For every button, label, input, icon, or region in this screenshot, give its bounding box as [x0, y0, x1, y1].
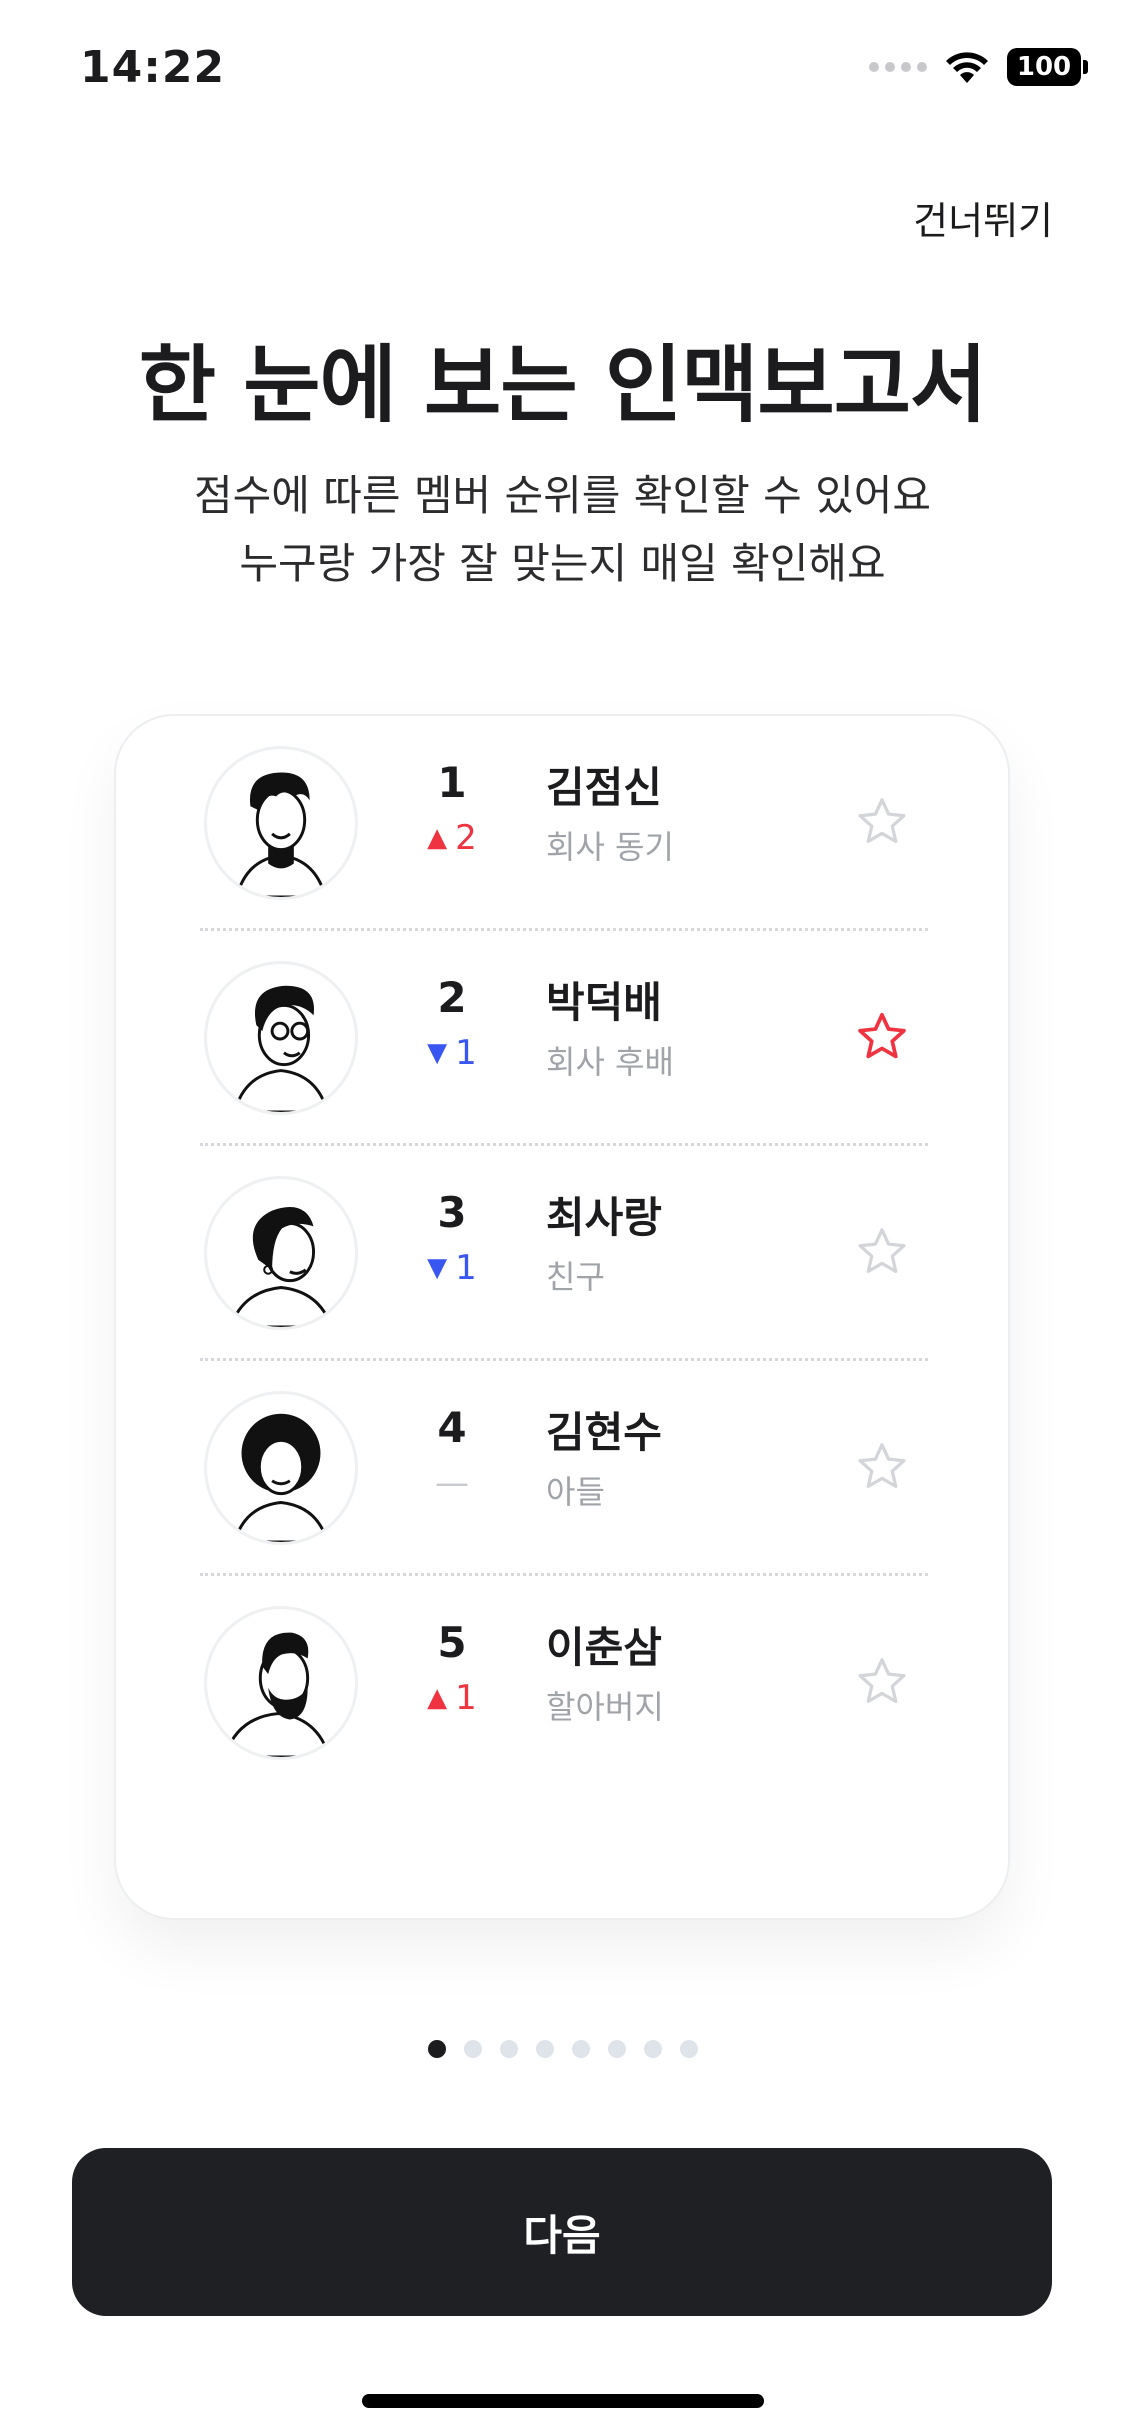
member-relation: 친구 — [546, 1258, 605, 1296]
rank-change: ▼ 1 — [400, 1248, 504, 1288]
star-icon[interactable] — [854, 1009, 910, 1065]
ranking-card: 1 ▲ 2 김점신 회사 동기 2 ▼ 1 박덕배 회사 후배 3 ▼ 1 최사… — [114, 714, 1010, 1920]
ranking-row[interactable]: 5 ▲ 1 이춘삼 할아버지 — [200, 1576, 928, 1791]
member-relation: 할아버지 — [546, 1688, 664, 1726]
ranking-row[interactable]: 1 ▲ 2 김점신 회사 동기 — [200, 716, 928, 931]
page-dot[interactable] — [679, 2040, 698, 2058]
rank-number: 2 — [437, 973, 467, 1022]
avatar — [204, 1391, 358, 1545]
member-name: 최사랑 — [546, 1193, 662, 1242]
member-relation: 회사 후배 — [546, 1043, 674, 1081]
page-dot[interactable] — [463, 2040, 482, 2058]
wifi-icon — [946, 52, 988, 83]
home-indicator[interactable] — [362, 2394, 764, 2408]
rank-change: — — [400, 1463, 504, 1503]
ranking-row[interactable]: 3 ▼ 1 최사랑 친구 — [200, 1146, 928, 1361]
rank-change-value: 1 — [455, 1248, 477, 1288]
skip-button[interactable]: 건너뛰기 — [913, 190, 1053, 245]
rank-change-value: — — [435, 1463, 469, 1503]
arrow-up-icon: ▲ — [427, 1683, 448, 1713]
page-dot[interactable] — [535, 2040, 554, 2058]
avatar — [204, 1176, 358, 1330]
rank-number: 1 — [437, 758, 467, 807]
rank-change-value: 1 — [455, 1678, 477, 1718]
arrow-down-icon: ▼ — [427, 1253, 448, 1283]
rank-number: 4 — [437, 1403, 467, 1452]
subtitle-line-2: 누구랑 가장 잘 맞는지 매일 확인해요 — [239, 539, 886, 588]
page-title: 한 눈에 보는 인맥보고서 — [138, 336, 988, 434]
arrow-down-icon: ▼ — [427, 1038, 448, 1068]
ranking-row[interactable]: 2 ▼ 1 박덕배 회사 후배 — [200, 931, 928, 1146]
star-icon[interactable] — [854, 1224, 910, 1280]
star-icon[interactable] — [854, 794, 910, 850]
page-indicator — [0, 2040, 1125, 2058]
onboarding-screen: 14:22 100 건너뛰기 한 눈에 보는 인맥보고서 점수에 따른 멤버 순… — [0, 0, 1125, 2436]
member-name: 김현수 — [546, 1408, 662, 1457]
avatar — [204, 746, 358, 900]
star-icon[interactable] — [854, 1654, 910, 1710]
rank-number: 3 — [437, 1188, 467, 1237]
next-button[interactable]: 다음 — [72, 2148, 1052, 2316]
cellular-signal-icon — [869, 62, 927, 72]
arrow-up-icon: ▲ — [427, 823, 448, 853]
member-name: 이춘삼 — [546, 1623, 662, 1672]
subtitle-line-1: 점수에 따른 멤버 순위를 확인할 수 있어요 — [194, 471, 931, 520]
status-icons: 100 — [869, 48, 1088, 86]
battery-icon: 100 — [1007, 48, 1088, 86]
page-dot[interactable] — [499, 2040, 518, 2058]
status-time: 14:22 — [80, 42, 226, 93]
page-dot[interactable] — [643, 2040, 662, 2058]
member-name: 김점신 — [546, 763, 662, 812]
rank-change: ▲ 1 — [400, 1678, 504, 1718]
star-icon[interactable] — [854, 1439, 910, 1495]
page-dot[interactable] — [427, 2040, 446, 2058]
member-relation: 아들 — [546, 1473, 605, 1511]
rank-change: ▼ 1 — [400, 1033, 504, 1073]
member-name: 박덕배 — [546, 978, 662, 1027]
member-relation: 회사 동기 — [546, 828, 674, 866]
rank-change-value: 2 — [455, 818, 477, 858]
page-dot[interactable] — [607, 2040, 626, 2058]
rank-change-value: 1 — [455, 1033, 477, 1073]
page-dot[interactable] — [571, 2040, 590, 2058]
rank-number: 5 — [437, 1618, 467, 1667]
avatar — [204, 1606, 358, 1760]
avatar — [204, 961, 358, 1115]
rank-change: ▲ 2 — [400, 818, 504, 858]
ranking-row[interactable]: 4 — 김현수 아들 — [200, 1361, 928, 1576]
